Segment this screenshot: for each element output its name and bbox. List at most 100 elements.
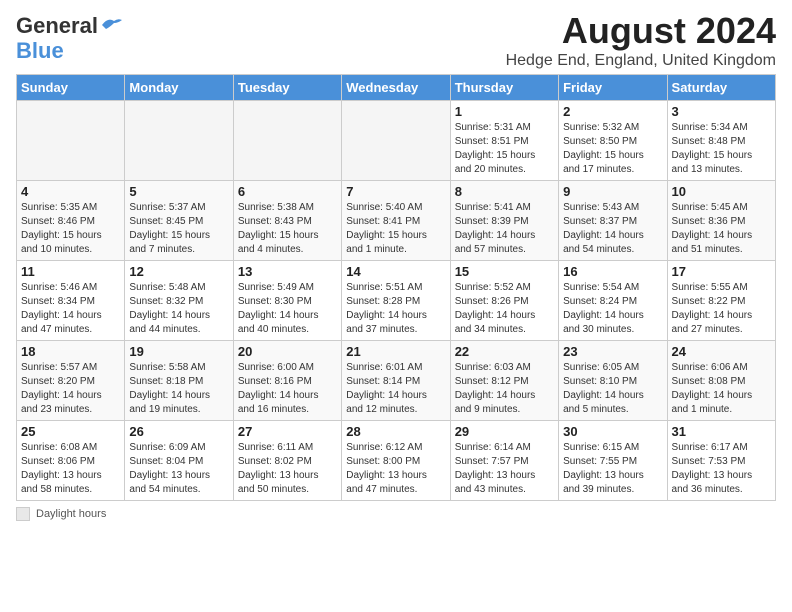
calendar-cell: 25 Sunrise: 6:08 AM Sunset: 8:06 PM Dayli… — [17, 421, 125, 501]
day-info: Sunrise: 5:38 AM Sunset: 8:43 PM Dayligh… — [238, 201, 337, 257]
calendar-cell: 5 Sunrise: 5:37 AM Sunset: 8:45 PM Daylig… — [125, 181, 233, 261]
day-number: 12 — [129, 264, 228, 279]
day-number: 2 — [563, 104, 662, 119]
day-info: Sunrise: 6:17 AM Sunset: 7:53 PM Dayligh… — [672, 441, 771, 497]
day-number: 21 — [346, 344, 445, 359]
calendar-week-4: 18Sunrise: 5:57 AM Sunset: 8:20 PM Dayli… — [17, 341, 776, 421]
calendar-cell: 8 Sunrise: 5:41 AM Sunset: 8:39 PM Daylig… — [450, 181, 558, 261]
day-info: Sunrise: 6:12 AM Sunset: 8:00 PM Dayligh… — [346, 441, 445, 497]
calendar-cell: 6Sunrise: 5:38 AM Sunset: 8:43 PM Daylig… — [233, 181, 341, 261]
calendar-cell: 29 Sunrise: 6:14 AM Sunset: 7:57 PM Dayli… — [450, 421, 558, 501]
calendar-header-tuesday: Tuesday — [233, 75, 341, 101]
day-number: 8 — [455, 184, 554, 199]
calendar-header-friday: Friday — [559, 75, 667, 101]
day-number: 7 — [346, 184, 445, 199]
calendar-cell — [125, 101, 233, 181]
calendar-table: SundayMondayTuesdayWednesdayThursdayFrid… — [16, 74, 776, 501]
calendar-cell: 13 Sunrise: 5:49 AM Sunset: 8:30 PM Dayli… — [233, 261, 341, 341]
day-info: Sunrise: 6:00 AM Sunset: 8:16 PM Dayligh… — [238, 361, 337, 417]
day-info: Sunrise: 5:55 AM Sunset: 8:22 PM Dayligh… — [672, 281, 771, 337]
day-info: Sunrise: 5:57 AM Sunset: 8:20 PM Dayligh… — [21, 361, 120, 417]
calendar-cell: 9 Sunrise: 5:43 AM Sunset: 8:37 PM Daylig… — [559, 181, 667, 261]
day-info: Sunrise: 5:37 AM Sunset: 8:45 PM Dayligh… — [129, 201, 228, 257]
day-info: Sunrise: 5:58 AM Sunset: 8:18 PM Dayligh… — [129, 361, 228, 417]
day-info: Sunrise: 6:08 AM Sunset: 8:06 PM Dayligh… — [21, 441, 120, 497]
calendar-cell: 4Sunrise: 5:35 AM Sunset: 8:46 PM Daylig… — [17, 181, 125, 261]
calendar-cell — [233, 101, 341, 181]
calendar-cell: 7 Sunrise: 5:40 AM Sunset: 8:41 PM Daylig… — [342, 181, 450, 261]
day-number: 19 — [129, 344, 228, 359]
day-info: Sunrise: 5:41 AM Sunset: 8:39 PM Dayligh… — [455, 201, 554, 257]
subtitle: Hedge End, England, United Kingdom — [506, 52, 776, 70]
day-info: Sunrise: 6:03 AM Sunset: 8:12 PM Dayligh… — [455, 361, 554, 417]
calendar-header-sunday: Sunday — [17, 75, 125, 101]
day-info: Sunrise: 5:31 AM Sunset: 8:51 PM Dayligh… — [455, 121, 554, 177]
day-info: Sunrise: 6:15 AM Sunset: 7:55 PM Dayligh… — [563, 441, 662, 497]
day-info: Sunrise: 6:11 AM Sunset: 8:02 PM Dayligh… — [238, 441, 337, 497]
day-info: Sunrise: 6:14 AM Sunset: 7:57 PM Dayligh… — [455, 441, 554, 497]
calendar-header-thursday: Thursday — [450, 75, 558, 101]
calendar-cell: 27 Sunrise: 6:11 AM Sunset: 8:02 PM Dayli… — [233, 421, 341, 501]
day-number: 13 — [238, 264, 337, 279]
day-info: Sunrise: 5:52 AM Sunset: 8:26 PM Dayligh… — [455, 281, 554, 337]
day-number: 1 — [455, 104, 554, 119]
calendar-cell: 15 Sunrise: 5:52 AM Sunset: 8:26 PM Dayli… — [450, 261, 558, 341]
page: General Blue August 2024 Hedge End, Engl… — [0, 0, 792, 612]
calendar-cell — [342, 101, 450, 181]
day-number: 24 — [672, 344, 771, 359]
day-number: 10 — [672, 184, 771, 199]
day-number: 27 — [238, 424, 337, 439]
calendar-cell: 18Sunrise: 5:57 AM Sunset: 8:20 PM Dayli… — [17, 341, 125, 421]
calendar-cell: 26 Sunrise: 6:09 AM Sunset: 8:04 PM Dayli… — [125, 421, 233, 501]
calendar-cell: 20 Sunrise: 6:00 AM Sunset: 8:16 PM Dayli… — [233, 341, 341, 421]
day-info: Sunrise: 5:34 AM Sunset: 8:48 PM Dayligh… — [672, 121, 771, 177]
day-number: 11 — [21, 264, 120, 279]
calendar-week-5: 25 Sunrise: 6:08 AM Sunset: 8:06 PM Dayli… — [17, 421, 776, 501]
day-info: Sunrise: 5:51 AM Sunset: 8:28 PM Dayligh… — [346, 281, 445, 337]
title-area: August 2024 Hedge End, England, United K… — [506, 10, 776, 70]
day-info: Sunrise: 5:45 AM Sunset: 8:36 PM Dayligh… — [672, 201, 771, 257]
day-number: 25 — [21, 424, 120, 439]
day-info: Sunrise: 5:54 AM Sunset: 8:24 PM Dayligh… — [563, 281, 662, 337]
main-title: August 2024 — [506, 10, 776, 52]
calendar-cell: 1 Sunrise: 5:31 AM Sunset: 8:51 PM Daylig… — [450, 101, 558, 181]
day-number: 29 — [455, 424, 554, 439]
day-number: 23 — [563, 344, 662, 359]
calendar-cell: 21 Sunrise: 6:01 AM Sunset: 8:14 PM Dayli… — [342, 341, 450, 421]
day-info: Sunrise: 5:43 AM Sunset: 8:37 PM Dayligh… — [563, 201, 662, 257]
day-number: 20 — [238, 344, 337, 359]
calendar-cell: 17 Sunrise: 5:55 AM Sunset: 8:22 PM Dayli… — [667, 261, 775, 341]
day-info: Sunrise: 6:01 AM Sunset: 8:14 PM Dayligh… — [346, 361, 445, 417]
day-info: Sunrise: 5:32 AM Sunset: 8:50 PM Dayligh… — [563, 121, 662, 177]
calendar-cell: 24 Sunrise: 6:06 AM Sunset: 8:08 PM Dayli… — [667, 341, 775, 421]
day-info: Sunrise: 5:40 AM Sunset: 8:41 PM Dayligh… — [346, 201, 445, 257]
calendar-week-2: 4Sunrise: 5:35 AM Sunset: 8:46 PM Daylig… — [17, 181, 776, 261]
calendar-cell: 19 Sunrise: 5:58 AM Sunset: 8:18 PM Dayli… — [125, 341, 233, 421]
calendar-cell: 16 Sunrise: 5:54 AM Sunset: 8:24 PM Dayli… — [559, 261, 667, 341]
day-info: Sunrise: 5:49 AM Sunset: 8:30 PM Dayligh… — [238, 281, 337, 337]
day-number: 16 — [563, 264, 662, 279]
calendar-week-3: 11Sunrise: 5:46 AM Sunset: 8:34 PM Dayli… — [17, 261, 776, 341]
calendar-cell: 22Sunrise: 6:03 AM Sunset: 8:12 PM Dayli… — [450, 341, 558, 421]
day-number: 9 — [563, 184, 662, 199]
day-info: Sunrise: 6:06 AM Sunset: 8:08 PM Dayligh… — [672, 361, 771, 417]
calendar-cell: 2 Sunrise: 5:32 AM Sunset: 8:50 PM Daylig… — [559, 101, 667, 181]
day-info: Sunrise: 6:09 AM Sunset: 8:04 PM Dayligh… — [129, 441, 228, 497]
day-number: 5 — [129, 184, 228, 199]
day-number: 28 — [346, 424, 445, 439]
calendar-cell: 28 Sunrise: 6:12 AM Sunset: 8:00 PM Dayli… — [342, 421, 450, 501]
day-number: 17 — [672, 264, 771, 279]
calendar-cell: 11Sunrise: 5:46 AM Sunset: 8:34 PM Dayli… — [17, 261, 125, 341]
calendar-header-monday: Monday — [125, 75, 233, 101]
day-number: 15 — [455, 264, 554, 279]
footer: Daylight hours — [16, 507, 776, 521]
daylight-label: Daylight hours — [36, 508, 106, 520]
day-number: 14 — [346, 264, 445, 279]
logo-text-general: General — [16, 14, 98, 38]
day-number: 26 — [129, 424, 228, 439]
calendar-header-wednesday: Wednesday — [342, 75, 450, 101]
calendar-cell: 30Sunrise: 6:15 AM Sunset: 7:55 PM Dayli… — [559, 421, 667, 501]
calendar-cell — [17, 101, 125, 181]
day-number: 4 — [21, 184, 120, 199]
logo-bird-icon — [100, 17, 122, 33]
